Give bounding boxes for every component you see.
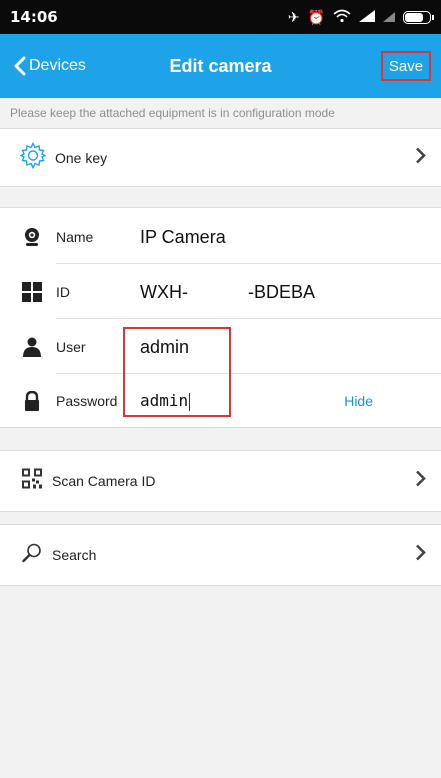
divider bbox=[56, 318, 441, 319]
mute-icon: ✈ bbox=[287, 8, 300, 25]
divider bbox=[56, 263, 441, 264]
grid-icon bbox=[22, 282, 42, 302]
id-field[interactable]: WXH- bbox=[140, 282, 188, 303]
back-button[interactable]: Devices bbox=[14, 34, 86, 98]
signal-icon bbox=[383, 9, 395, 25]
hide-password-toggle[interactable]: Hide bbox=[344, 393, 373, 409]
id-row: ID WXH- -BDEBA bbox=[0, 265, 441, 319]
lock-icon bbox=[22, 390, 42, 411]
config-mode-notice: Please keep the attached equipment is in… bbox=[0, 98, 441, 128]
scan-camera-id-label: Scan Camera ID bbox=[52, 473, 156, 489]
qr-code-icon bbox=[22, 468, 42, 494]
id-label: ID bbox=[56, 284, 70, 300]
name-label: Name bbox=[56, 229, 94, 245]
name-field[interactable]: IP Camera bbox=[140, 227, 226, 248]
chevron-right-icon bbox=[415, 146, 427, 169]
name-row: Name IP Camera bbox=[0, 210, 441, 264]
scan-camera-id-row[interactable]: Scan Camera ID bbox=[0, 450, 441, 512]
password-label: Password bbox=[56, 393, 118, 409]
nav-bar: Devices Edit camera Save bbox=[0, 34, 441, 98]
chevron-right-icon bbox=[415, 470, 427, 493]
password-field[interactable]: admin bbox=[140, 391, 191, 411]
chevron-right-icon bbox=[415, 544, 427, 567]
camera-form: Name IP Camera ID WXH- -BDEBA User admin… bbox=[0, 207, 441, 428]
password-row: Password admin Hide bbox=[0, 374, 441, 428]
battery-icon bbox=[403, 10, 434, 24]
user-label: User bbox=[56, 339, 86, 355]
id-suffix: -BDEBA bbox=[248, 281, 316, 302]
one-key-label: One key bbox=[55, 149, 108, 166]
save-button[interactable]: Save bbox=[381, 51, 431, 81]
user-row: User admin bbox=[0, 320, 441, 374]
search-row[interactable]: Search bbox=[0, 524, 441, 586]
back-label: Devices bbox=[29, 57, 86, 74]
wifi-icon bbox=[333, 9, 351, 26]
user-field[interactable]: admin bbox=[140, 337, 189, 358]
one-key-row[interactable]: One key bbox=[0, 128, 441, 187]
status-bar: 14:06 ✈ ⏰ bbox=[0, 0, 441, 34]
search-label: Search bbox=[52, 547, 97, 563]
status-icons: ✈ ⏰ bbox=[287, 8, 434, 26]
text-cursor bbox=[189, 392, 191, 411]
camera-icon bbox=[22, 227, 42, 247]
chevron-left-icon bbox=[14, 56, 26, 76]
status-time: 14:06 bbox=[10, 8, 58, 26]
search-icon bbox=[22, 543, 42, 568]
alarm-icon: ⏰ bbox=[307, 8, 325, 25]
gear-icon bbox=[18, 140, 48, 175]
signal-icon bbox=[359, 9, 375, 25]
user-icon bbox=[22, 337, 42, 357]
